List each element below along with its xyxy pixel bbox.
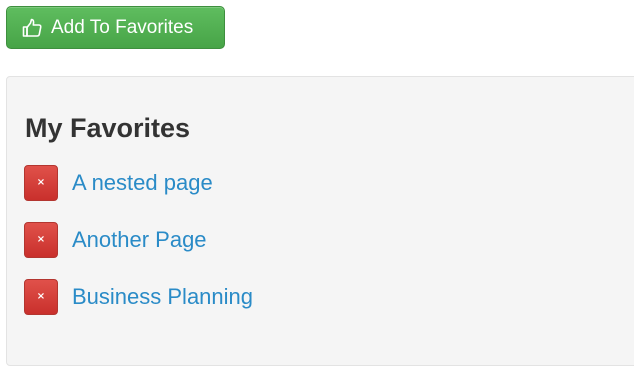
favorite-item: × Another Page — [24, 222, 207, 258]
favorite-item: × Business Planning — [24, 279, 253, 315]
favorites-panel: My Favorites × A nested page × Another P… — [6, 76, 634, 366]
favorite-link[interactable]: A nested page — [72, 170, 213, 196]
remove-favorite-button[interactable]: × — [24, 165, 58, 201]
close-icon: × — [36, 177, 46, 188]
thumbs-up-icon — [21, 17, 43, 39]
add-to-favorites-button[interactable]: Add To Favorites — [6, 6, 225, 49]
favorites-title: My Favorites — [25, 113, 191, 143]
remove-favorite-button[interactable]: × — [24, 222, 58, 258]
favorite-link[interactable]: Another Page — [72, 227, 207, 253]
favorite-link[interactable]: Business Planning — [72, 284, 253, 310]
remove-favorite-button[interactable]: × — [24, 279, 58, 315]
favorite-item: × A nested page — [24, 165, 213, 201]
close-icon: × — [36, 234, 46, 245]
add-to-favorites-label: Add To Favorites — [51, 16, 194, 38]
close-icon: × — [36, 291, 46, 302]
